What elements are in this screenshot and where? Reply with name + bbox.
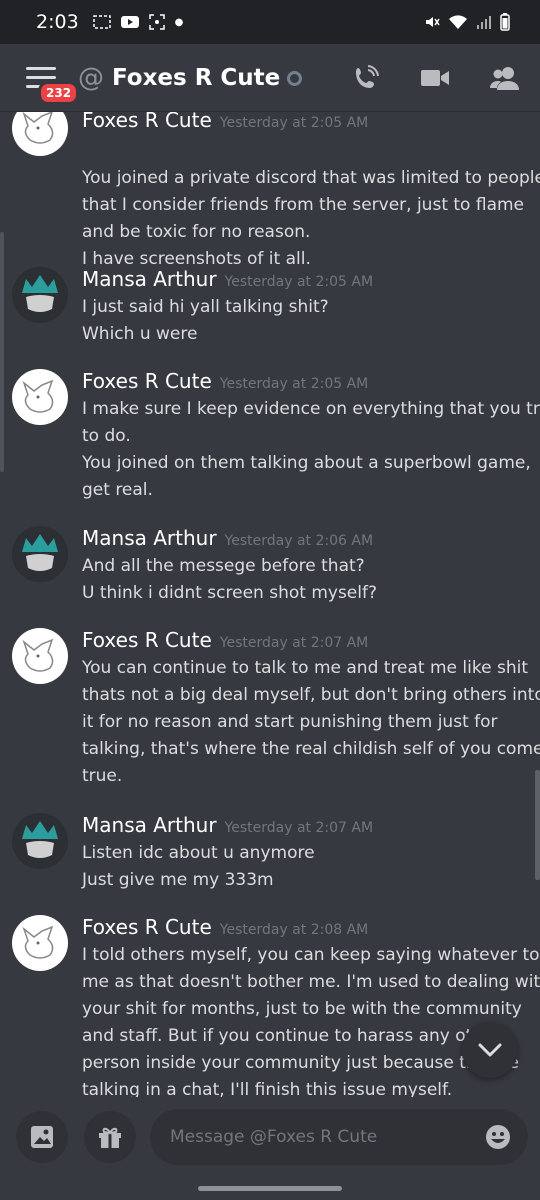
header-actions bbox=[352, 64, 520, 92]
dm-header: 232 @ Foxes R Cute bbox=[0, 44, 540, 112]
message-line: me as that doesn't bother me. I'm used t… bbox=[82, 972, 540, 992]
message-line: Listen idc about u anymore bbox=[82, 843, 315, 863]
message-timestamp: Yesterday at 2:06 AM bbox=[224, 533, 374, 549]
message-line: I told others myself, you can keep sayin… bbox=[82, 945, 540, 965]
message-author[interactable]: Mansa Arthur Yesterday at 2:06 AM bbox=[82, 526, 373, 550]
dot-icon: ● bbox=[174, 16, 184, 28]
message-line: I just said hi yall talking shit? bbox=[82, 297, 329, 317]
menu-icon[interactable]: 232 bbox=[26, 66, 80, 105]
message-timestamp: Yesterday at 2:08 AM bbox=[219, 922, 369, 938]
message-line: and be toxic for no reason. bbox=[82, 222, 311, 242]
video-icon[interactable] bbox=[420, 67, 450, 89]
message-input[interactable] bbox=[170, 1127, 484, 1147]
message-author[interactable]: Foxes R Cute Yesterday at 2:07 AM bbox=[82, 628, 368, 652]
cast-icon bbox=[92, 15, 111, 29]
message-line: You can continue to talk to me and treat… bbox=[82, 658, 528, 678]
message-line: person inside your community just becaus… bbox=[82, 1053, 519, 1073]
message-author[interactable]: Mansa Arthur Yesterday at 2:07 AM bbox=[82, 813, 373, 837]
message-author[interactable]: Foxes R Cute Yesterday at 2:08 AM bbox=[82, 915, 368, 939]
message-line: talking in a chat, I'll finish this issu… bbox=[82, 1080, 453, 1097]
status-right bbox=[424, 13, 510, 31]
message-line: Just give me my 333m bbox=[82, 870, 274, 890]
status-bar: 2:03 ● bbox=[0, 0, 540, 44]
message-timestamp: Yesterday at 2:05 AM bbox=[224, 274, 374, 290]
message-line: your shit for months, just to be with th… bbox=[82, 999, 522, 1019]
wifi-icon bbox=[449, 15, 467, 29]
status-icons: ● bbox=[92, 14, 184, 30]
message-timestamp: Yesterday at 2:07 AM bbox=[224, 820, 374, 836]
system-nav-bar bbox=[0, 1177, 540, 1200]
message-line: I make sure I keep evidence on everythin… bbox=[82, 399, 540, 419]
at-icon: @ bbox=[78, 62, 104, 93]
youtube-icon bbox=[120, 16, 139, 28]
message-timestamp: Yesterday at 2:07 AM bbox=[219, 635, 369, 651]
image-icon bbox=[31, 1126, 53, 1148]
gift-button[interactable] bbox=[84, 1111, 136, 1163]
crown-avatar[interactable] bbox=[12, 526, 68, 582]
message-line: You joined on them talking about a super… bbox=[82, 453, 531, 473]
chevron-down-icon bbox=[478, 1043, 502, 1057]
battery-icon bbox=[500, 13, 510, 31]
signal-icon bbox=[477, 16, 491, 29]
message-line: true. bbox=[82, 766, 123, 786]
call-icon[interactable] bbox=[352, 64, 380, 92]
message-line: I have screenshots of it all. bbox=[82, 249, 311, 269]
message-line: get real. bbox=[82, 480, 153, 500]
fox-avatar[interactable] bbox=[12, 628, 68, 684]
mute-icon bbox=[426, 17, 440, 27]
message-line: talking, that's where the real childish … bbox=[82, 739, 540, 759]
message-line: it for no reason and start punishing the… bbox=[82, 712, 498, 732]
message-line: You joined a private discord that was li… bbox=[82, 168, 540, 188]
attach-image-button[interactable] bbox=[16, 1111, 68, 1163]
scrollbar-thumb[interactable] bbox=[535, 770, 540, 880]
message-author[interactable]: Foxes R Cute Yesterday at 2:05 AM bbox=[82, 369, 368, 393]
left-scroll-indicator bbox=[0, 232, 4, 472]
message-author[interactable]: Foxes R Cute Yesterday at 2:05 AM bbox=[82, 112, 368, 132]
jump-to-bottom-button[interactable] bbox=[462, 1022, 518, 1078]
fox-avatar[interactable] bbox=[12, 915, 68, 971]
message-input-wrap bbox=[150, 1109, 528, 1165]
message-line: and staff. But if you continue to harass… bbox=[82, 1026, 501, 1046]
message-line: to do. bbox=[82, 426, 131, 446]
message-timestamp: Yesterday at 2:05 AM bbox=[219, 115, 369, 131]
screenshot-icon bbox=[148, 14, 165, 30]
message-line: Which u were bbox=[82, 324, 198, 344]
message-composer bbox=[0, 1097, 540, 1177]
fox-avatar[interactable] bbox=[12, 112, 68, 156]
status-time: 2:03 bbox=[36, 11, 79, 33]
dm-title[interactable]: Foxes R Cute bbox=[112, 65, 280, 91]
message-timestamp: Yesterday at 2:05 AM bbox=[219, 376, 369, 392]
message-list[interactable]: Foxes R Cute Yesterday at 2:05 AM You joi… bbox=[0, 112, 540, 1097]
message-line: that I consider friends from the server,… bbox=[82, 195, 524, 215]
crown-avatar[interactable] bbox=[12, 267, 68, 323]
message-line: And all the messege before that? bbox=[82, 556, 365, 576]
crown-avatar[interactable] bbox=[12, 813, 68, 869]
fox-avatar[interactable] bbox=[12, 369, 68, 425]
offline-status-icon bbox=[287, 71, 303, 86]
gift-icon bbox=[99, 1127, 121, 1148]
message-line: U think i didnt screen shot myself? bbox=[82, 583, 377, 603]
home-gesture-bar[interactable] bbox=[198, 1186, 342, 1191]
members-icon[interactable] bbox=[490, 65, 520, 91]
emoji-icon[interactable] bbox=[484, 1123, 512, 1151]
notification-badge: 232 bbox=[38, 80, 80, 105]
message-line: thats not a big deal myself, but don't b… bbox=[82, 685, 540, 705]
message-author[interactable]: Mansa Arthur Yesterday at 2:05 AM bbox=[82, 267, 373, 291]
